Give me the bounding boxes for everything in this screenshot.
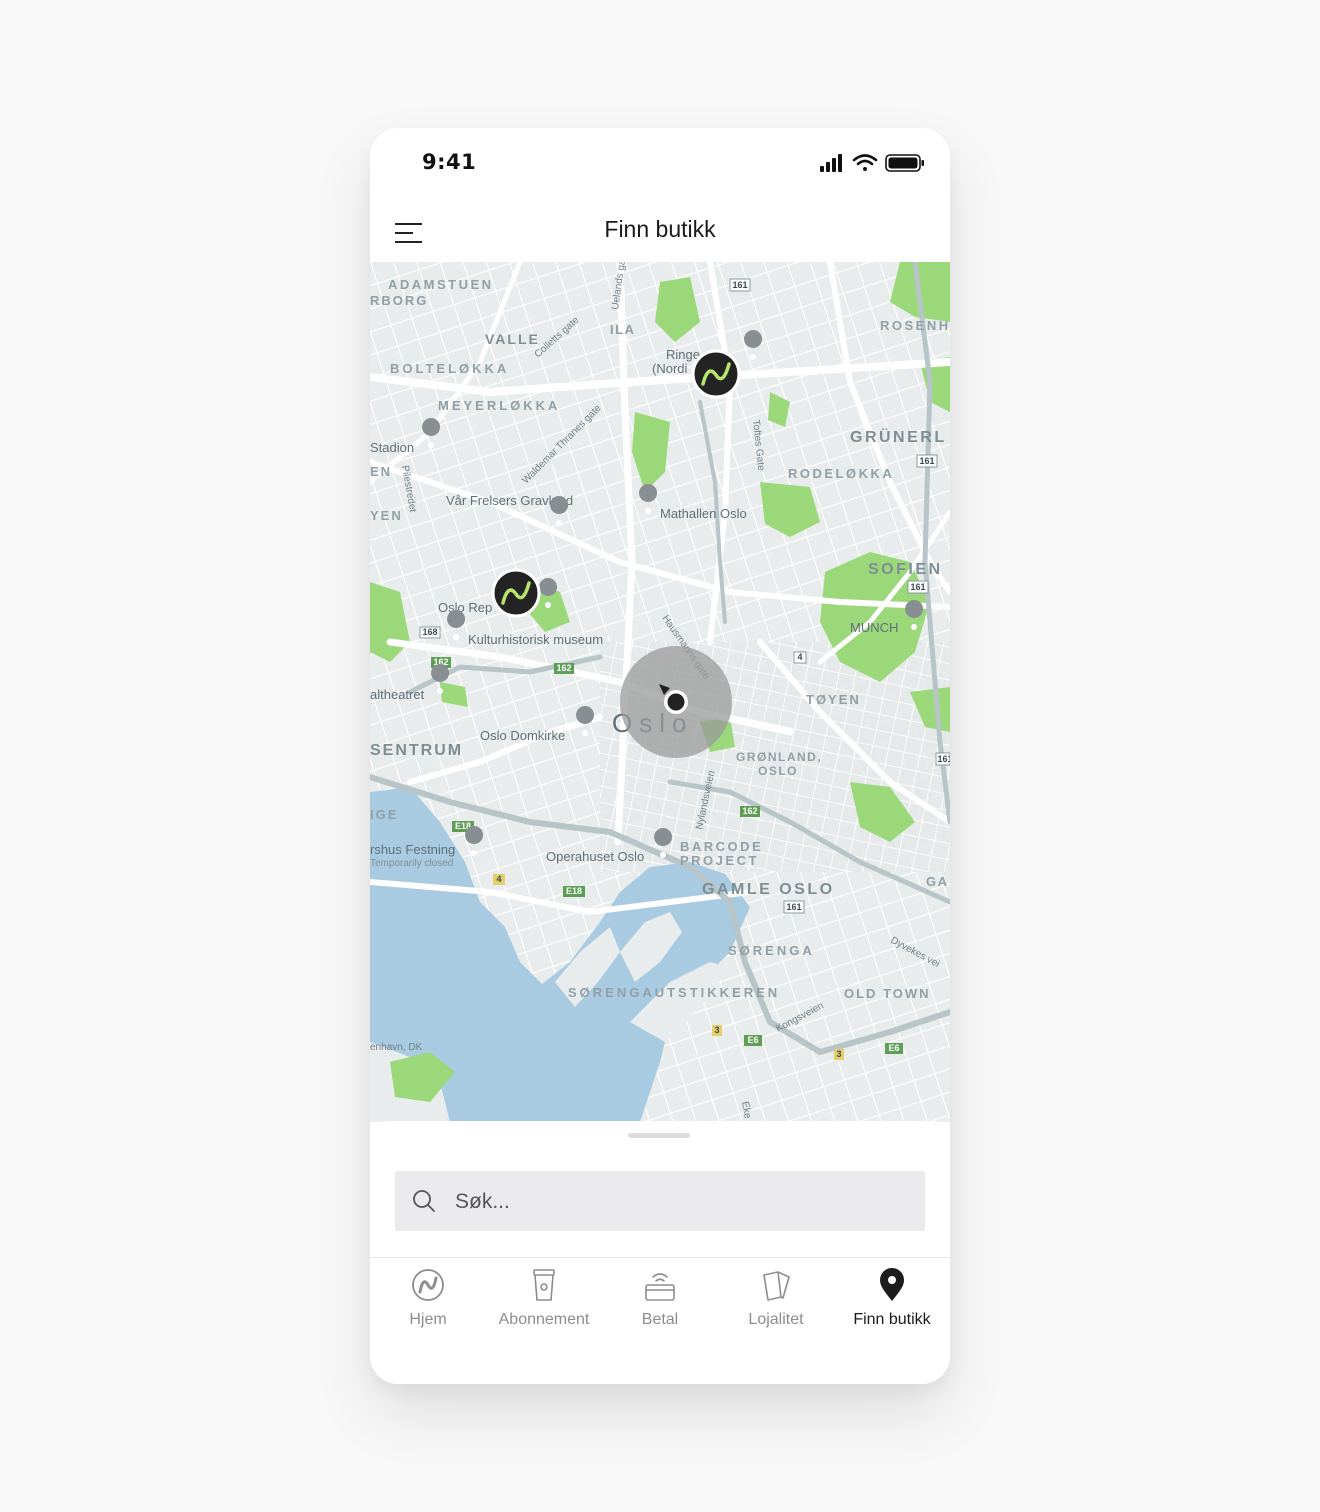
map-label: Operahuset Oslo [546,849,644,864]
tab-label: Betal [641,1311,679,1328]
map-label: MUNCH [850,620,898,635]
map-label: Kulturhistorisk museum [468,632,603,647]
road-shield: 161 [919,456,934,466]
map-label: OLD TOWN [844,986,931,1001]
map-label: (Nordi [652,361,688,376]
user-location-marker [620,646,732,758]
road-shield: 161 [910,582,925,592]
cup-icon [533,1269,555,1301]
tab-label: Lojalitet [748,1311,804,1328]
map-label: SØRENGAUTSTIKKEREN [568,985,780,1000]
search-input[interactable] [453,1181,897,1223]
tab-finn-butikk[interactable]: Finn butikk [834,1259,950,1339]
map-label: RBORG [370,293,428,308]
map-label: GRÜNERL [850,427,947,446]
tab-label: Abonnement [498,1311,590,1328]
map-label: Oslo Domkirke [480,728,565,743]
road-shield: 161 [937,754,950,764]
map-label: Temporarily closed [370,858,453,869]
map-label: GA [926,874,949,889]
map-label: BARCODE [680,839,763,854]
phone-frame: 9:41 Finn butikk ADAMSTUEN RBORG VALLE B… [370,128,950,1384]
map-label: GRØNLAND, [736,750,822,764]
tabbar-divider [370,1257,950,1258]
map-label: SØRENGA [728,943,815,958]
map-label: Mathallen Oslo [660,506,747,521]
tab-betal[interactable]: Betal [602,1259,718,1339]
road-shield: 161 [732,280,747,290]
map-label: altheatret [370,687,425,702]
bottom-sheet: Hjem Abonnement Betal Lojalit [370,1121,950,1384]
map-label: Oslo Rep [438,600,492,615]
map-label: YEN [370,508,403,523]
status-bar: 9:41 [370,128,950,200]
map-view[interactable]: ADAMSTUEN RBORG VALLE BOLTELØKKA MEYERLØ… [370,262,950,1122]
app-header: Finn butikk [370,200,950,264]
map-label: SENTRUM [370,742,463,759]
store-marker[interactable] [691,349,741,399]
wifi-icon [852,154,878,171]
map-label: ADAMSTUEN [388,277,494,292]
signal-icon [820,154,842,172]
map-label: IGE [370,807,398,822]
search-icon [413,1190,435,1212]
status-time: 9:41 [422,150,477,174]
sheet-drag-handle[interactable] [628,1133,690,1138]
road-shield: 3 [714,1025,719,1035]
map-label: Ringe [666,347,700,362]
map-label: MEYERLØKKA [438,398,560,413]
road-shield: E6 [888,1043,899,1053]
road-shield: 4 [797,652,802,662]
map-label: EN [370,464,392,479]
road-shield: 3 [836,1049,841,1059]
map-label: GAMLE OSLO [702,881,835,898]
contactless-card-icon [645,1273,675,1301]
map-label: ROSENH [880,318,950,333]
map-label: ILA [610,322,635,337]
map-label: OSLO [758,764,798,778]
page-title: Finn butikk [604,216,716,242]
battery-icon [885,154,924,172]
map-label: BOLTELØKKA [390,361,509,376]
map-canvas[interactable]: ADAMSTUEN RBORG VALLE BOLTELØKKA MEYERLØ… [370,262,950,1122]
map-label: VALLE [485,331,540,347]
cards-icon [763,1271,790,1301]
road-shield: E6 [747,1035,758,1045]
map-label: SOFIEN [868,561,943,578]
road-shield: 4 [496,874,501,884]
tab-hjem[interactable]: Hjem [370,1259,486,1339]
store-marker[interactable] [491,568,541,618]
map-label: RODELØKKA [788,466,894,481]
map-label: enhavn, DK [370,1042,423,1053]
tab-label: Finn butikk [853,1311,931,1328]
road-shield: 161 [786,902,801,912]
map-label: PROJECT [680,853,759,868]
tab-label: Hjem [409,1311,447,1328]
status-icons [820,154,924,172]
map-label: TØYEN [806,692,861,707]
road-shield: 168 [422,627,437,637]
brand-logo-icon [412,1269,444,1301]
location-pin-icon [880,1268,904,1301]
map-label: Stadion [370,440,414,455]
road-shield: 162 [742,806,757,816]
road-shield: E18 [566,886,582,896]
road-shield: 162 [556,663,571,673]
tab-abonnement[interactable]: Abonnement [486,1259,602,1339]
map-label: rshus Festning [370,842,455,857]
search-bar[interactable] [395,1171,925,1231]
tab-lojalitet[interactable]: Lojalitet [718,1259,834,1339]
